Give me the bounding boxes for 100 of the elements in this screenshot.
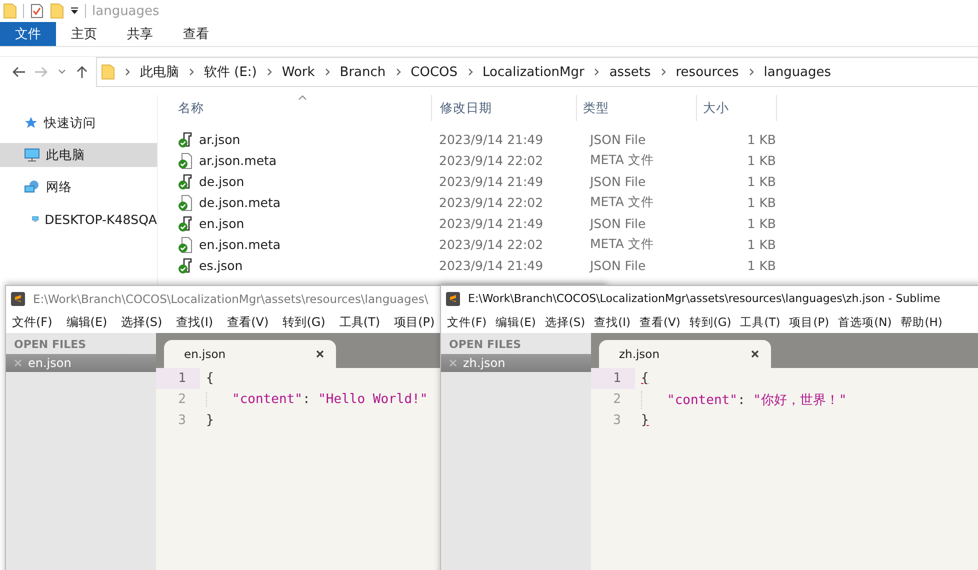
file-size: 1 KB — [746, 132, 777, 147]
menu-item[interactable]: 编辑(E) — [496, 314, 536, 330]
file-type: JSON File — [588, 174, 647, 189]
chevron-down-icon[interactable] — [58, 69, 66, 75]
ribbon-tab[interactable]: 查看 — [168, 22, 224, 46]
up-arrow-icon[interactable] — [76, 65, 88, 79]
file-name[interactable]: en.json — [199, 216, 244, 231]
breadcrumb-item[interactable]: Work — [282, 64, 315, 80]
code-line: "content": "Hello World!" — [206, 392, 428, 407]
file-check-icon — [178, 152, 194, 168]
close-icon[interactable] — [751, 350, 759, 358]
window-title: E:\Work\Branch\COCOS\LocalizationMgr\assets\resources\languages\zh.json - Sublime — [468, 292, 940, 305]
window-title: languages — [92, 4, 160, 18]
modified-date: 2023/9/14 21:49 — [439, 132, 544, 147]
line-number: 2 — [612, 391, 622, 409]
file-type: META 文件 — [589, 236, 655, 253]
breadcrumb-item[interactable]: assets — [609, 64, 651, 80]
script-file-check-icon — [178, 216, 194, 232]
breadcrumb-item[interactable]: resources — [676, 64, 739, 80]
menu-item[interactable]: 转到(G) — [689, 314, 732, 330]
file-size: 1 KB — [746, 237, 777, 252]
file-size: 1 KB — [746, 216, 777, 231]
code-line: } — [205, 413, 214, 428]
close-icon[interactable] — [316, 350, 324, 358]
back-arrow-icon[interactable] — [12, 66, 26, 78]
menu-item[interactable]: 文件(F) — [447, 314, 487, 330]
menu-item[interactable]: 工具(T) — [740, 314, 780, 330]
menu-item[interactable]: 文件(F) — [12, 314, 52, 330]
nav-item[interactable]: DESKTOP-K48SQA — [0, 207, 157, 231]
modified-date: 2023/9/14 22:02 — [439, 237, 544, 252]
modified-date: 2023/9/14 22:02 — [439, 195, 544, 210]
chevron-right-icon — [189, 68, 194, 76]
column-header[interactable]: 类型 — [577, 95, 697, 121]
modified-date: 2023/9/14 22:02 — [439, 153, 544, 168]
breadcrumb-item[interactable]: LocalizationMgr — [482, 64, 584, 80]
modified-date: 2023/9/14 21:49 — [439, 216, 544, 231]
breadcrumb-item[interactable]: 此电脑 — [140, 63, 179, 81]
menu-item[interactable]: 项目(P) — [394, 314, 435, 330]
chevron-right-icon — [468, 68, 473, 76]
dropdown-icon[interactable] — [70, 7, 79, 15]
code-line: "content": "你好，世界！" — [641, 390, 847, 408]
breadcrumb-item[interactable]: 软件 (E:) — [204, 63, 257, 81]
menu-item[interactable]: 查看(V) — [227, 314, 269, 330]
file-check-icon — [178, 236, 194, 252]
file-type: META 文件 — [589, 194, 655, 211]
file-name[interactable]: ar.json — [199, 132, 240, 147]
menu-item[interactable]: 转到(G) — [282, 314, 326, 330]
line-number: 1 — [156, 368, 200, 389]
file-type: JSON File — [588, 258, 647, 273]
line-number: 2 — [177, 391, 187, 409]
ribbon-tab[interactable]: 文件 — [0, 22, 56, 46]
checkmark-document-icon[interactable] — [30, 3, 44, 19]
menu-item[interactable]: 帮助(H) — [900, 314, 942, 330]
file-name[interactable]: es.json — [199, 258, 243, 273]
menu-item[interactable]: 查找(I) — [594, 314, 630, 330]
line-number: 3 — [177, 412, 187, 430]
chevron-right-icon — [396, 68, 401, 76]
network-icon — [24, 180, 40, 194]
address-bar[interactable]: 此电脑 软件 (E:) Work Branch COCOS LocalizationMgr assets resources languages — [96, 57, 978, 87]
menu-item[interactable]: 选择(S) — [121, 314, 162, 330]
file-size: 1 KB — [746, 258, 777, 273]
code-line: { — [640, 371, 649, 386]
chevron-right-icon — [324, 68, 330, 76]
script-file-check-icon — [178, 258, 194, 274]
app-icon — [10, 290, 26, 306]
code-line: { — [205, 371, 214, 386]
column-header[interactable]: 大小 — [697, 95, 777, 121]
file-name[interactable]: de.json.meta — [199, 195, 281, 210]
window-title: E:\Work\Branch\COCOS\LocalizationMgr\assets\resources\languages\ — [33, 292, 428, 306]
sidebar-heading: OPEN FILES — [448, 337, 522, 353]
menu-item[interactable]: 编辑(E) — [66, 314, 108, 330]
editor-tab[interactable]: zh.json — [599, 340, 771, 368]
file-name[interactable]: ar.json.meta — [199, 153, 277, 168]
menu-item[interactable]: 工具(T) — [339, 314, 380, 330]
menu-item[interactable]: 查看(V) — [640, 314, 680, 330]
chevron-right-icon — [748, 68, 754, 76]
file-name[interactable]: en.json.meta — [199, 237, 281, 252]
ribbon-tab[interactable]: 主页 — [56, 22, 112, 46]
column-header[interactable]: 修改日期 — [432, 95, 577, 121]
star-icon — [24, 116, 38, 130]
file-check-icon — [178, 194, 194, 210]
nav-item[interactable]: 快速访问 — [0, 111, 157, 135]
sidebar-heading: OPEN FILES — [13, 337, 88, 353]
menu-item[interactable]: 选择(S) — [544, 314, 586, 330]
nav-item[interactable]: 网络 — [0, 175, 157, 199]
file-size: 1 KB — [746, 174, 777, 189]
file-type: JSON File — [588, 132, 647, 147]
breadcrumb-item[interactable]: Branch — [340, 64, 386, 80]
menu-item[interactable]: 查找(I) — [176, 314, 214, 330]
breadcrumb-item[interactable]: languages — [764, 64, 832, 80]
menu-item[interactable]: 项目(P) — [789, 314, 830, 330]
ribbon-tab[interactable]: 共享 — [112, 22, 168, 46]
file-size: 1 KB — [746, 195, 777, 210]
nav-item[interactable]: 此电脑 — [0, 143, 157, 167]
file-name[interactable]: de.json — [199, 174, 244, 189]
breadcrumb-item[interactable]: COCOS — [410, 64, 458, 80]
column-header[interactable]: 名称 — [178, 95, 432, 121]
editor-tab[interactable]: en.json — [164, 340, 336, 368]
menu-item[interactable]: 首选项(N) — [838, 314, 892, 330]
modified-date: 2023/9/14 21:49 — [439, 258, 544, 273]
